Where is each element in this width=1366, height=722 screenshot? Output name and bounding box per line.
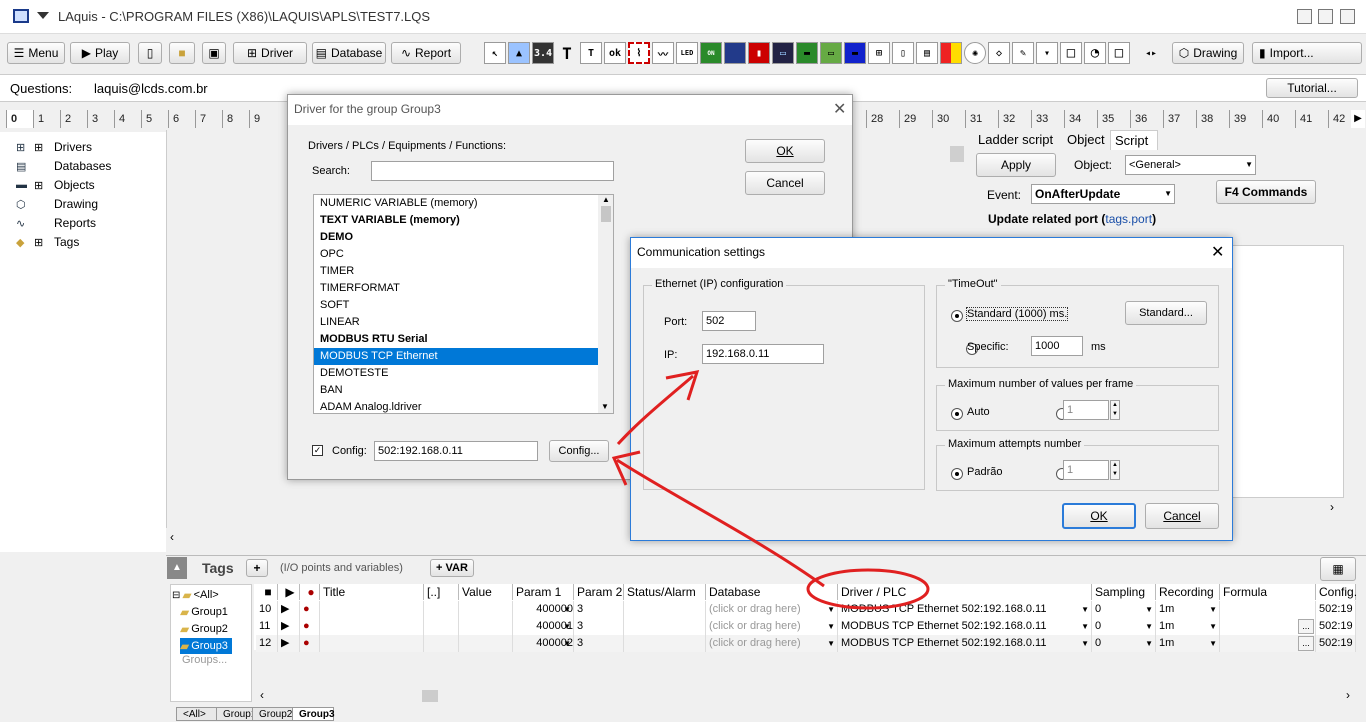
annotation-overlay <box>611 370 930 610</box>
annotation-arrow-ip <box>616 374 694 446</box>
annotation-arrowhead-config <box>611 450 641 486</box>
annotation-circle-driver <box>806 568 930 610</box>
annotation-arrow-config <box>616 458 825 588</box>
